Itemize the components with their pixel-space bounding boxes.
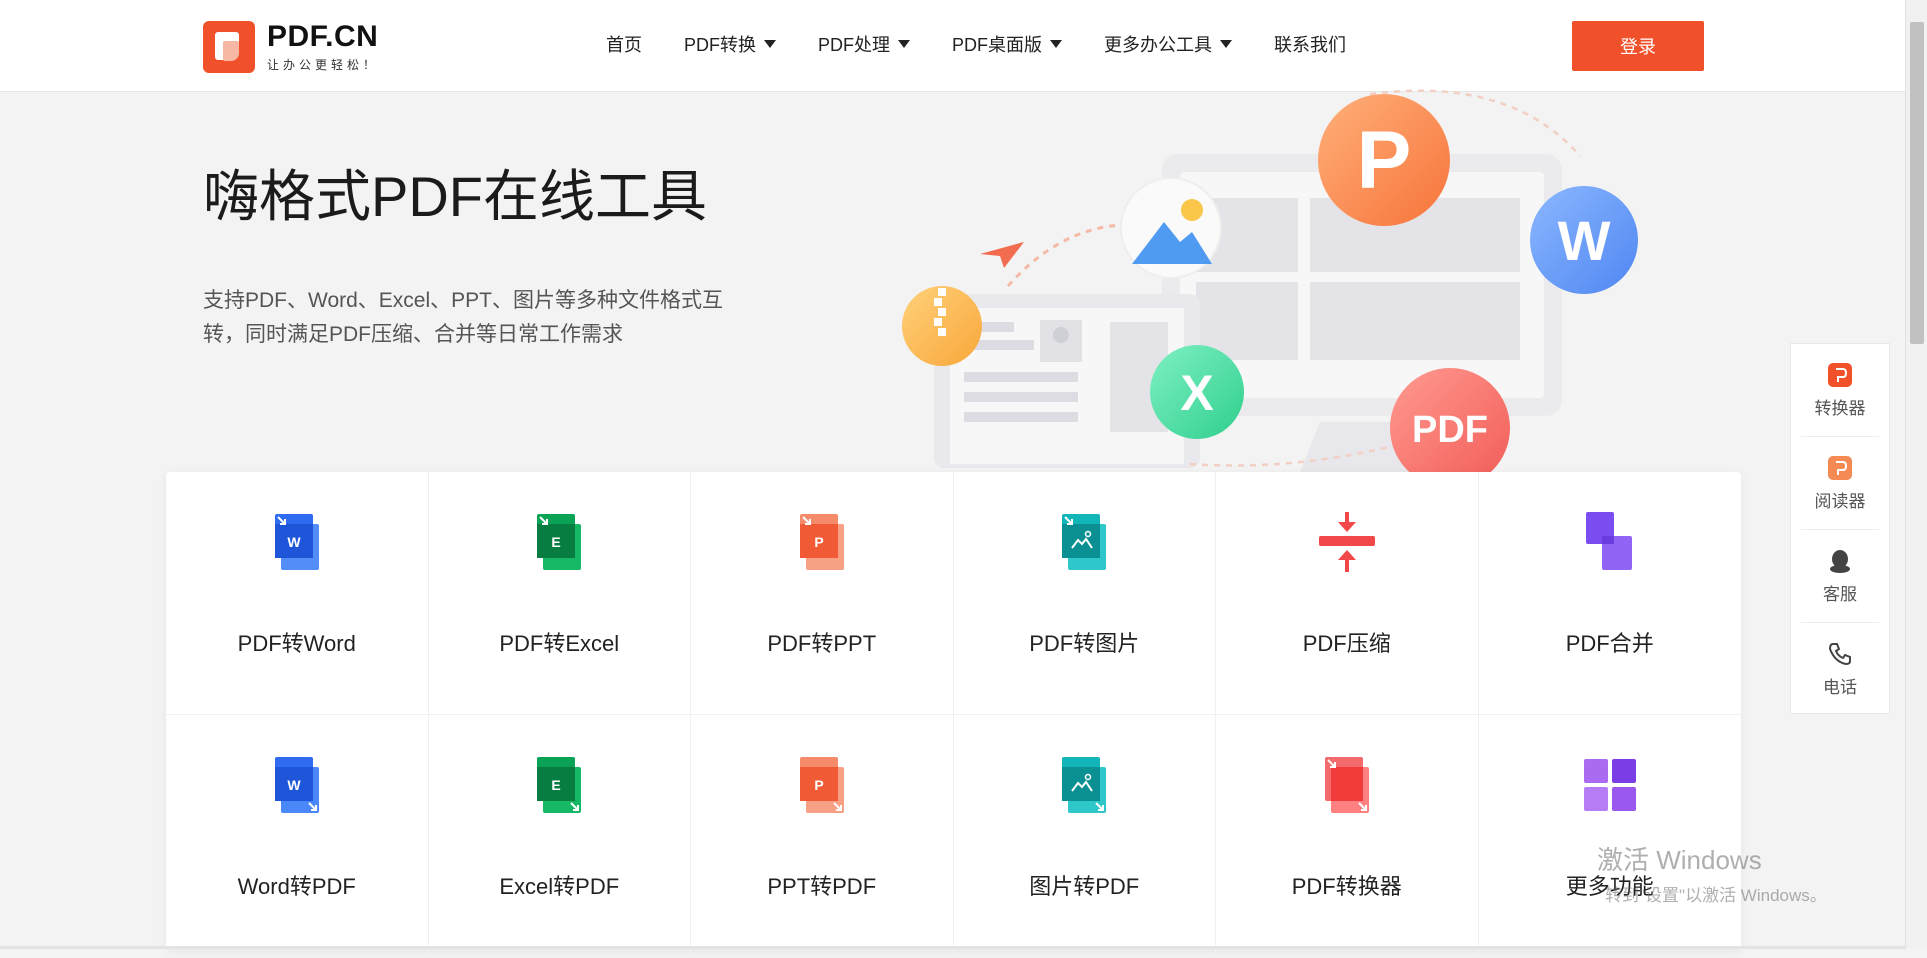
side-label: 转换器 [1814, 398, 1866, 418]
side-item-support[interactable]: 客服 [1801, 530, 1879, 623]
tool-label: Word转PDF [237, 874, 356, 899]
nav-pdf-process[interactable]: PDF处理 [818, 31, 910, 57]
tool-label: PDF转Excel [499, 631, 620, 656]
image-doc-icon [1062, 757, 1107, 813]
excel-doc-icon: E [537, 757, 582, 813]
svg-text:E: E [552, 534, 561, 550]
merge-icon [1585, 512, 1632, 570]
svg-text:W: W [287, 534, 301, 550]
nav-label: 更多办公工具 [1104, 35, 1212, 55]
tool-label: PDF转Word [237, 631, 356, 656]
caret-down-icon [898, 40, 910, 48]
nav-contact[interactable]: 联系我们 [1274, 31, 1346, 57]
word-doc-icon: W [274, 514, 319, 570]
compress-icon [1318, 512, 1375, 572]
tool-pdf-merge[interactable]: PDF合并 [1478, 472, 1741, 715]
tool-word-to-pdf[interactable]: W Word转PDF [166, 715, 429, 958]
logo-subtitle: 让办公更轻松！ [267, 57, 380, 72]
image-doc-icon [1062, 514, 1107, 570]
tool-label: Excel转PDF [499, 874, 620, 899]
hero-illustration: P W X PDF [902, 89, 1638, 472]
converter-icon [1324, 757, 1369, 813]
tool-pdf-compress[interactable]: PDF压缩 [1216, 472, 1479, 715]
tool-pdf-to-ppt[interactable]: P PDF转PPT [691, 472, 954, 715]
svg-text:W: W [287, 777, 301, 793]
tool-more-features[interactable]: 更多功能 [1478, 715, 1741, 958]
svg-text:P: P [814, 777, 823, 793]
scrollbar-thumb[interactable] [1910, 22, 1924, 344]
tool-ppt-to-pdf[interactable]: P PPT转PDF [691, 715, 954, 958]
qq-icon [1830, 549, 1850, 573]
nav-pdf-desktop[interactable]: PDF桌面版 [952, 31, 1062, 57]
tool-label: PDF压缩 [1302, 631, 1391, 656]
hero-description: 支持PDF、Word、Excel、PPT、图片等多种文件格式互转，同时满足PDF… [203, 289, 723, 346]
excel-doc-icon: E [537, 514, 582, 570]
nav-label: 联系我们 [1274, 35, 1346, 55]
nav-label: 首页 [606, 35, 642, 55]
watermark-line1: 激活 Windows [1597, 845, 1762, 875]
logo-icon [203, 21, 255, 73]
pdf-badge-letter: PDF [1412, 409, 1488, 451]
side-label: 阅读器 [1814, 491, 1866, 511]
page-scrollbar[interactable] [1905, 0, 1927, 949]
tool-label: PPT转PDF [767, 874, 877, 899]
tool-pdf-converter[interactable]: PDF转换器 [1216, 715, 1479, 958]
tool-pdf-to-image[interactable]: PDF转图片 [953, 472, 1216, 715]
side-item-reader[interactable]: 阅读器 [1801, 437, 1879, 530]
logo-text: PDF.CN 让办公更轻松！ [267, 19, 380, 73]
side-item-converter[interactable]: 转换器 [1801, 344, 1879, 437]
ppt-doc-icon: P [799, 514, 844, 570]
nav-more-tools[interactable]: 更多办公工具 [1104, 31, 1232, 57]
reader-app-icon [1828, 455, 1852, 480]
top-header: PDF.CN 让办公更轻松！ 首页 PDF转换 PDF处理 PDF桌面版 更多办… [0, 0, 1905, 92]
login-button[interactable]: 登录 [1572, 21, 1704, 71]
tool-label: PDF转PPT [767, 631, 877, 656]
side-label: 客服 [1823, 584, 1857, 604]
excel-badge-letter: X [1180, 365, 1213, 421]
grid-icon [1583, 759, 1636, 811]
tool-pdf-to-excel[interactable]: E PDF转Excel [428, 472, 691, 715]
caret-down-icon [1050, 40, 1062, 48]
main-nav: 首页 PDF转换 PDF处理 PDF桌面版 更多办公工具 联系我们 [606, 31, 1388, 57]
hero-title: 嗨格式PDF在线工具 [203, 165, 707, 228]
side-label: 电话 [1823, 677, 1857, 697]
phone-icon [1828, 642, 1851, 665]
tool-image-to-pdf[interactable]: 图片转PDF [953, 715, 1216, 958]
caret-down-icon [1220, 40, 1232, 48]
tool-pdf-to-word[interactable]: W PDF转Word [166, 472, 429, 715]
tool-label: PDF转换器 [1291, 874, 1402, 899]
windows-activation-watermark: 激活 Windows 转到"设置"以激活 Windows。 [1597, 840, 1827, 906]
ppt-badge-letter: P [1357, 115, 1412, 206]
tool-excel-to-pdf[interactable]: E Excel转PDF [428, 715, 691, 958]
nav-label: PDF处理 [818, 35, 890, 55]
nav-label: PDF转换 [684, 35, 756, 55]
nav-home[interactable]: 首页 [606, 31, 642, 57]
svg-text:E: E [552, 777, 561, 793]
nav-label: PDF桌面版 [952, 35, 1042, 55]
site-logo[interactable]: PDF.CN 让办公更轻松！ [203, 20, 403, 74]
nav-pdf-convert[interactable]: PDF转换 [684, 31, 776, 57]
tool-label: PDF合并 [1565, 631, 1654, 656]
word-badge-letter: W [1558, 209, 1611, 272]
tool-label: 图片转PDF [1029, 874, 1140, 899]
tools-grid: W PDF转Word E PDF转Excel P PDF转PPT PDF转图片 … [166, 472, 1741, 958]
side-item-phone[interactable]: 电话 [1801, 623, 1879, 715]
tool-label: PDF转图片 [1029, 631, 1140, 656]
ppt-doc-icon: P [799, 757, 844, 813]
watermark-line2: 转到"设置"以激活 Windows。 [1605, 886, 1827, 905]
caret-down-icon [764, 40, 776, 48]
paper-plane-icon [980, 242, 1024, 268]
word-doc-icon: W [274, 757, 319, 813]
converter-app-icon [1828, 362, 1852, 387]
logo-title: PDF.CN [267, 19, 379, 53]
floating-sidebar: 转换器 阅读器 客服 电话 [1790, 343, 1890, 714]
svg-text:P: P [814, 534, 823, 550]
